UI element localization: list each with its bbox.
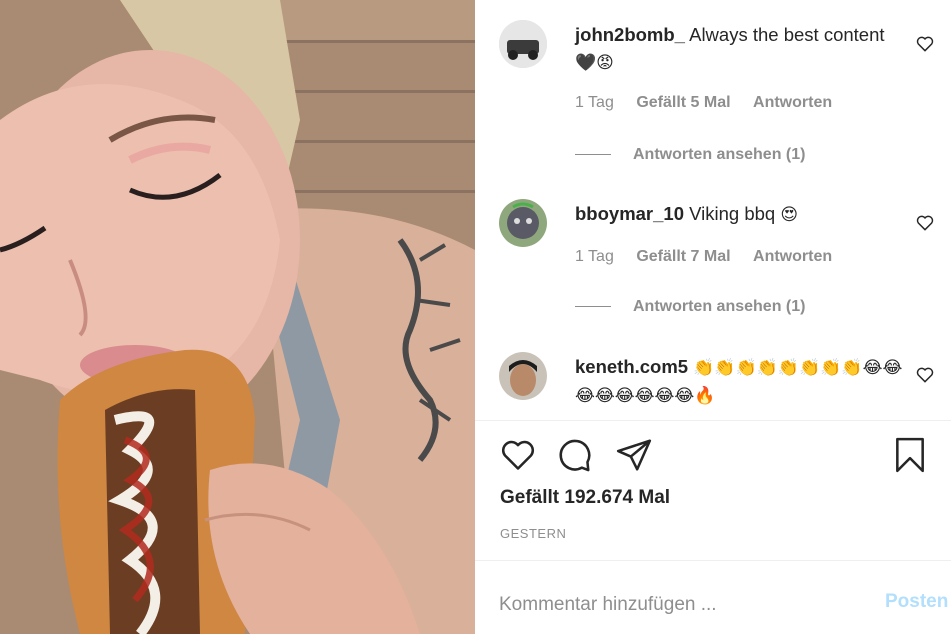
comment-username[interactable]: bboymar_10 (575, 203, 684, 224)
post-media[interactable] (0, 0, 475, 634)
avatar-image (499, 199, 547, 247)
post-button[interactable]: Posten (885, 591, 948, 613)
comment-text: bboymar_10 Viking bbq 😍 (575, 200, 905, 228)
view-replies-button[interactable]: Antworten ansehen (1) (575, 298, 805, 316)
like-count[interactable]: Gefällt 192.674 Mal (500, 487, 670, 509)
replies-line (575, 306, 611, 308)
view-replies-button[interactable]: Antworten ansehen (1) (575, 146, 805, 164)
speech-bubble-icon[interactable] (555, 436, 593, 474)
view-replies-label: Antworten ansehen (1) (633, 298, 806, 315)
comment-input[interactable] (499, 591, 869, 619)
avatar-image (499, 20, 547, 68)
add-comment-bar: Posten (475, 560, 951, 635)
comment-body: Always the best content (689, 24, 885, 45)
view-replies-label: Antworten ansehen (1) (633, 146, 806, 163)
replies-line (575, 154, 611, 156)
reply-button[interactable]: Antworten (753, 94, 832, 111)
comment-username[interactable]: john2bomb_ (575, 24, 685, 45)
comment-time[interactable]: 1 Tag (575, 94, 614, 111)
comment-meta: 1 Tag Gefällt 5 Mal Antworten (575, 94, 850, 112)
divider (475, 420, 951, 421)
post-image (0, 0, 475, 634)
avatar[interactable] (499, 352, 547, 400)
action-bar (499, 436, 951, 476)
comment-likes[interactable]: Gefällt 5 Mal (636, 94, 730, 111)
paper-plane-icon[interactable] (615, 436, 653, 474)
comment-likes[interactable]: Gefällt 7 Mal (636, 248, 730, 265)
avatar[interactable] (499, 199, 547, 247)
post-date[interactable]: GESTERN (500, 526, 566, 541)
avatar-image (499, 352, 547, 400)
avatar[interactable] (499, 20, 547, 68)
reply-button[interactable]: Antworten (753, 248, 832, 265)
heart-outline-icon[interactable] (915, 365, 935, 385)
comments-list[interactable]: john2bomb_ Always the best content 🖤😡 1 … (475, 0, 951, 420)
comment-text: keneth.com5 👏👏👏👏👏👏👏👏😂😂😂😂😂😂😂😂🔥 (575, 353, 905, 409)
comment-emoji: 😍 (780, 205, 799, 224)
heart-outline-icon[interactable] (499, 436, 537, 474)
comment-meta: 1 Tag Gefällt 7 Mal Antworten (575, 248, 850, 266)
heart-outline-icon[interactable] (915, 213, 935, 233)
comment-emoji: 🖤😡 (575, 53, 614, 72)
comments-panel: john2bomb_ Always the best content 🖤😡 1 … (475, 0, 951, 634)
comment-username[interactable]: keneth.com5 (575, 356, 688, 377)
comment-text: john2bomb_ Always the best content 🖤😡 (575, 21, 905, 76)
comment-body: Viking bbq (689, 203, 776, 224)
heart-outline-icon[interactable] (915, 34, 935, 54)
comment-time[interactable]: 1 Tag (575, 248, 614, 265)
bookmark-icon[interactable] (891, 436, 929, 474)
